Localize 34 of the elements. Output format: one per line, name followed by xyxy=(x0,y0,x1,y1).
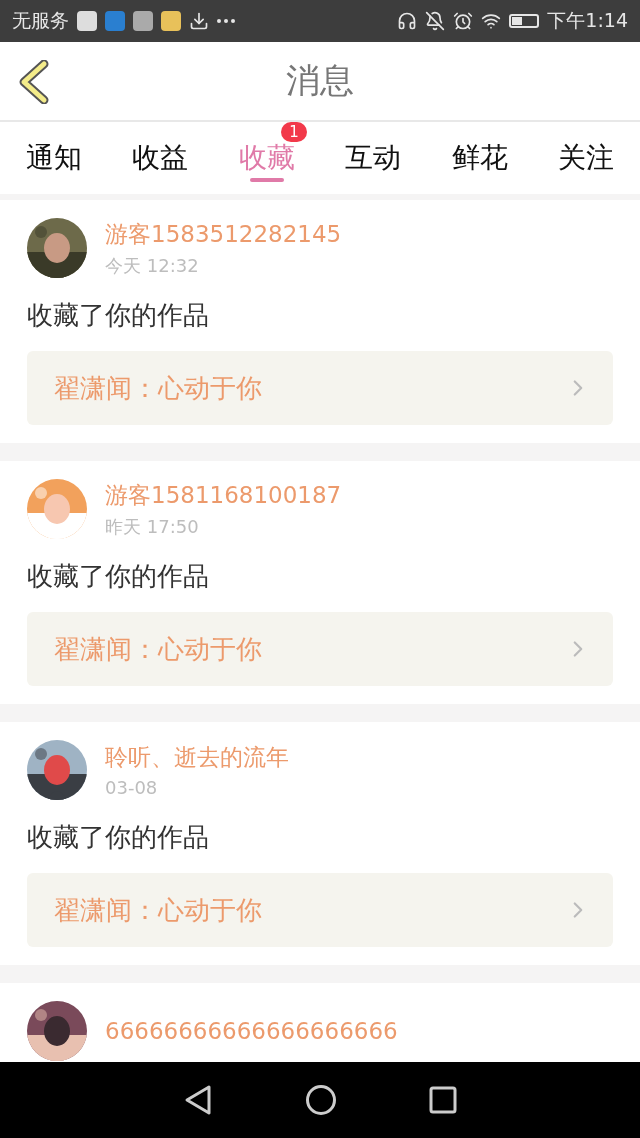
wifi-icon xyxy=(481,11,502,31)
battery-icon xyxy=(509,14,540,28)
user-name[interactable]: 66666666666666666666 xyxy=(105,1018,398,1044)
tab-underline xyxy=(249,178,284,182)
carrier-text: 无服务 xyxy=(12,8,69,33)
clock-text: 下午1:14 xyxy=(547,8,628,33)
tab[interactable]: 收藏 1 xyxy=(224,122,309,194)
message-text: 收藏了你的作品 xyxy=(27,299,210,332)
more-icon xyxy=(217,19,235,23)
page-title: 消息 xyxy=(286,59,354,102)
message-text: 收藏了你的作品 xyxy=(27,821,210,854)
work-link[interactable]: 翟潇闻：心动于你 xyxy=(27,873,613,947)
user-name[interactable]: 游客1583512282145 xyxy=(105,218,342,250)
recents-icon[interactable] xyxy=(429,1086,457,1114)
muted-bell-icon xyxy=(425,11,446,31)
message-time: 今天 12:32 xyxy=(105,253,200,278)
message-time: 03-08 xyxy=(105,777,159,798)
count-badge: 1 xyxy=(281,122,307,142)
user-name[interactable]: 聆听、逝去的流年 xyxy=(105,742,289,773)
user-name[interactable]: 游客1581168100187 xyxy=(105,479,342,511)
home-icon[interactable] xyxy=(305,1084,337,1116)
work-link[interactable]: 翟潇闻：心动于你 xyxy=(27,612,613,686)
tab[interactable]: 互动 xyxy=(331,122,416,194)
work-link[interactable]: 翟潇闻：心动于你 xyxy=(27,351,613,425)
message-text: 收藏了你的作品 xyxy=(27,560,210,593)
tab[interactable]: 收益 xyxy=(118,122,203,194)
download-icon xyxy=(189,11,209,31)
tab[interactable]: 关注 xyxy=(543,122,628,194)
message-time: 昨天 17:50 xyxy=(105,514,200,539)
headphones-icon xyxy=(397,11,418,31)
tab[interactable]: 鲜花 xyxy=(437,122,522,194)
alarm-icon xyxy=(453,11,474,31)
back-icon[interactable] xyxy=(183,1084,213,1116)
tab[interactable]: 通知 xyxy=(12,122,96,194)
